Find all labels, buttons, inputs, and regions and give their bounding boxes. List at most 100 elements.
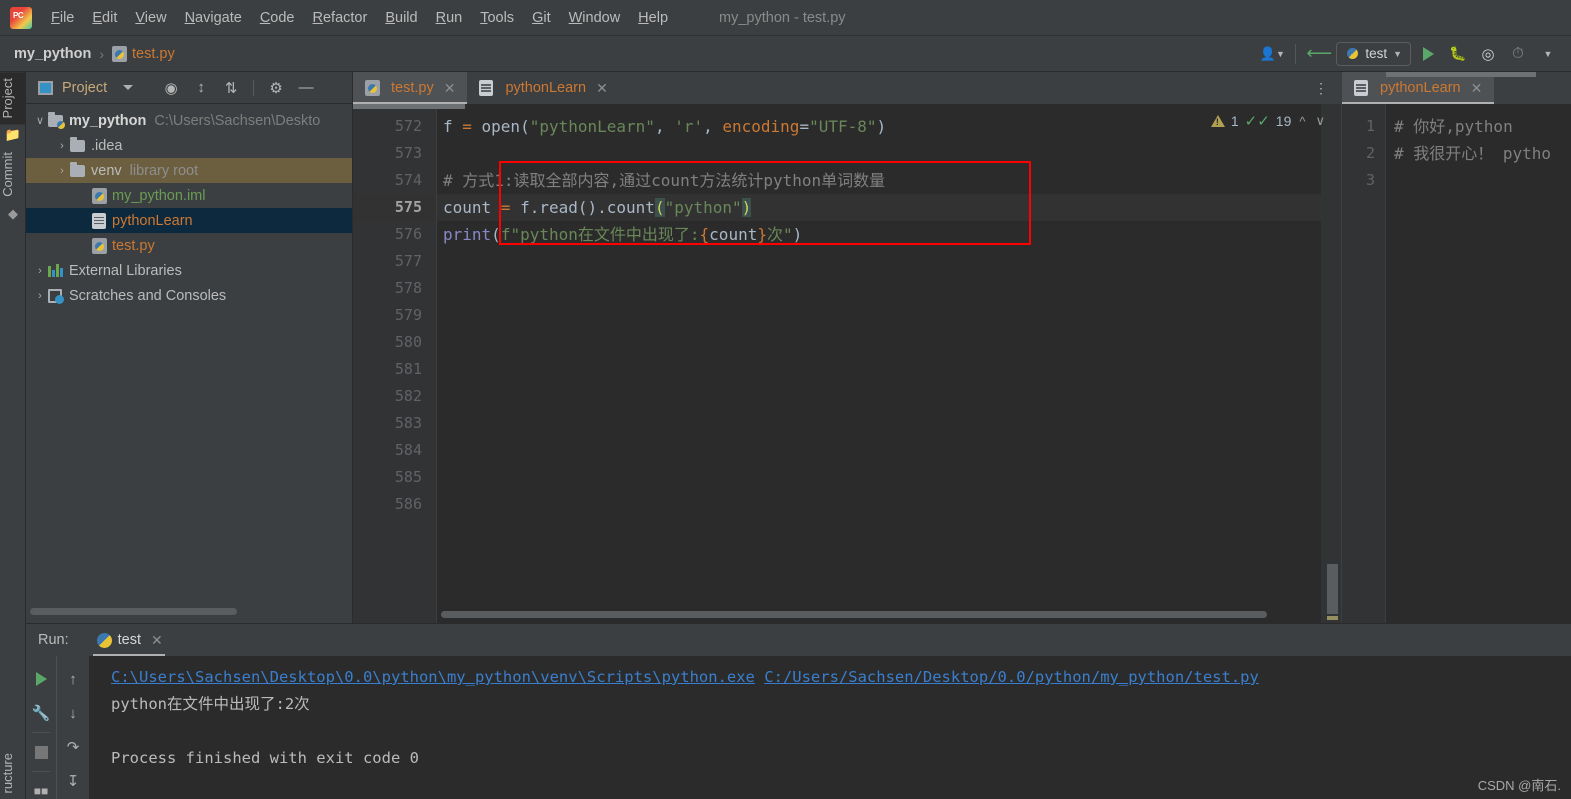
run-configuration-selector[interactable]: test ▼ [1336,41,1411,66]
code-line[interactable]: f = open("pythonLearn", 'r', encoding="U… [437,113,1341,140]
user-icon[interactable]: 👤 ▼ [1259,42,1285,66]
rerun-icon[interactable] [26,662,56,696]
stop-icon[interactable] [26,735,56,769]
menu-item-tools[interactable]: Tools [471,7,523,29]
code-line[interactable] [437,140,1341,167]
menu-item-refactor[interactable]: Refactor [304,7,377,29]
expand-arrow-icon[interactable]: › [32,290,48,302]
tree-node-external-libraries[interactable]: › External Libraries [26,258,352,283]
inspection-marker[interactable] [1327,616,1338,620]
chevron-up-icon[interactable]: ^ [1297,114,1307,129]
code-content[interactable]: f = open("pythonLearn", 'r', encoding="U… [437,104,1341,623]
scroll-to-end-icon[interactable]: ↧ [57,764,89,798]
tree-node--idea[interactable]: › .idea [26,133,352,158]
code-editor[interactable]: 572 573 574 575 576 577 578 579 580 581 582 583 584 5… [353,104,1341,623]
settings-gear-icon[interactable]: ⚙ [262,79,290,97]
split-code-line[interactable]: # 我很开心！ pytho [1386,140,1571,167]
code-line[interactable]: count = f.read().count("python") [437,194,1341,221]
split-code-line[interactable]: # 你好,python [1386,113,1571,140]
expand-arrow-icon[interactable]: ∨ [32,114,48,127]
soft-wrap-icon[interactable]: ↷ [57,730,89,764]
breadcrumb-project[interactable]: my_python [14,46,91,62]
console-link-interpreter[interactable]: C:\Users\Sachsen\Desktop\0.0\python\my_p… [111,668,755,686]
code-line[interactable] [437,383,1341,410]
code-line[interactable] [437,464,1341,491]
split-code-content[interactable]: # 你好,python # 我很开心！ pytho [1386,104,1571,623]
tree-node-my-python[interactable]: ∨ my_python C:\Users\Sachsen\Deskto [26,108,352,133]
breadcrumb-file[interactable]: test.py [132,46,175,62]
menu-item-file[interactable]: File [42,7,83,29]
expand-all-icon[interactable]: ↕ [187,79,215,96]
coverage-icon[interactable]: ◎ [1475,42,1501,66]
debug-icon[interactable]: 🐛 [1445,42,1471,66]
run-tab-test[interactable]: test ✕ [87,624,173,656]
menu-item-window[interactable]: Window [560,7,630,29]
tree-node-test-py[interactable]: test.py [26,233,352,258]
close-icon[interactable]: ✕ [596,80,608,97]
print-icon[interactable]: ■■ [26,774,56,799]
code-line[interactable] [437,302,1341,329]
tree-node-pythonlearn[interactable]: pythonLearn [26,208,352,233]
expand-arrow-icon[interactable]: › [32,265,48,277]
expand-arrow-icon[interactable]: › [54,165,70,177]
code-line[interactable] [437,491,1341,518]
menu-item-git[interactable]: Git [523,7,560,29]
code-line[interactable] [437,437,1341,464]
split-top-scroll-indicator[interactable] [1386,72,1536,77]
line-number: 576 [394,225,422,243]
scroll-up-icon[interactable]: ↑ [57,662,89,696]
code-line[interactable]: # 方式1:读取全部内容,通过count方法统计python单词数量 [437,167,1341,194]
run-icon[interactable] [1415,42,1441,66]
menu-item-run[interactable]: Run [427,7,472,29]
chevron-down-icon[interactable]: ∨ [1313,113,1327,129]
more-toolbar-icon[interactable]: ▼ [1535,42,1561,66]
tree-node-label: venv [91,162,122,179]
chevron-down-icon[interactable] [123,85,134,90]
run-console-output[interactable]: C:\Users\Sachsen\Desktop\0.0\python\my_p… [89,656,1571,799]
hide-icon[interactable]: — [292,79,320,96]
code-line[interactable] [437,410,1341,437]
code-line[interactable] [437,329,1341,356]
code-line[interactable] [437,356,1341,383]
line-number: 572 [394,117,422,135]
code-line[interactable] [437,275,1341,302]
tree-node-scratches-and-consoles[interactable]: › Scratches and Consoles [26,283,352,308]
folder-icon[interactable]: 📁 [0,124,26,146]
split-code-editor[interactable]: 1 2 3 # 你好,python # 我很开心！ pytho [1342,72,1571,623]
editor-tab-test-py[interactable]: test.py ✕ [353,72,468,104]
menu-item-build[interactable]: Build [376,7,426,29]
collapse-all-icon[interactable]: ⇅ [217,79,245,97]
menu-item-navigate[interactable]: Navigate [176,7,251,29]
editor-tab-pythonlearn[interactable]: pythonLearn ✕ [467,72,619,104]
stripe-tab-structure[interactable]: ructure [0,747,26,799]
close-icon[interactable]: ✕ [151,632,163,649]
menu-item-help[interactable]: Help [629,7,677,29]
tree-node-venv[interactable]: › venv library root [26,158,352,183]
profile-icon[interactable]: ⏱ [1505,42,1531,66]
wrench-settings-icon[interactable]: 🔧 [26,696,56,730]
split-code-line[interactable] [1386,167,1571,194]
scroll-down-icon[interactable]: ↓ [57,696,89,730]
inspection-gutter[interactable] [1321,104,1341,623]
more-options-icon[interactable]: ⋮ [1302,72,1341,104]
folder-icon [70,161,85,177]
code-line[interactable]: print(f"python在文件中出现了:{count}次") [437,221,1341,248]
menu-item-edit[interactable]: Edit [83,7,126,29]
commit-icon[interactable]: ◆ [0,203,26,225]
console-link-script[interactable]: C:/Users/Sachsen/Desktop/0.0/python/my_p… [764,668,1259,686]
locate-icon[interactable]: ◉ [157,79,185,97]
editor-vertical-scrollbar[interactable] [1327,564,1338,614]
close-icon[interactable]: ✕ [444,80,456,97]
editor-horizontal-scrollbar[interactable] [441,611,1267,618]
python-file-icon [365,80,380,96]
vcs-update-icon[interactable]: ⟵ [1306,42,1332,66]
menu-item-code[interactable]: Code [251,7,304,29]
stripe-tab-commit[interactable]: Commit [0,146,26,203]
tree-node-my-python-iml[interactable]: my_python.iml [26,183,352,208]
menu-item-view[interactable]: View [126,7,175,29]
close-icon[interactable]: ✕ [1471,80,1483,97]
stripe-tab-project[interactable]: Project [0,72,26,125]
project-horizontal-scrollbar[interactable] [30,608,237,615]
expand-arrow-icon[interactable]: › [54,140,70,152]
code-line[interactable] [437,248,1341,275]
